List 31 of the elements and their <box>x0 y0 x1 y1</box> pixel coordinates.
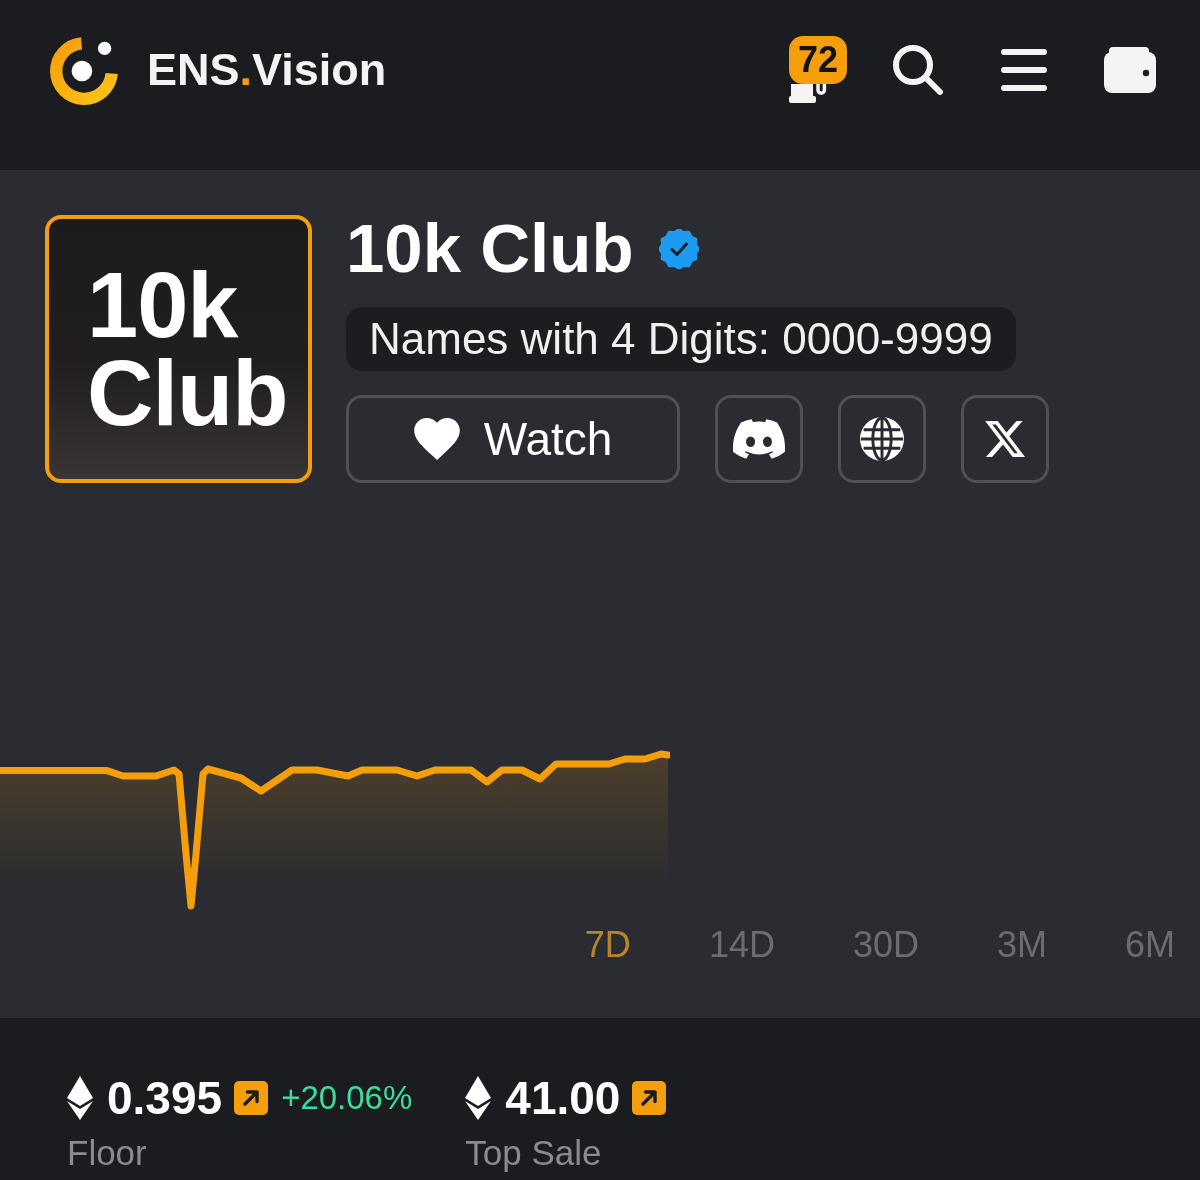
collection-logo-text: 10k Club <box>87 261 289 437</box>
x-logo-icon <box>985 421 1025 457</box>
logo-icon[interactable] <box>50 35 118 105</box>
stat-value: 41.00 <box>505 1073 621 1123</box>
collection-title: 10k Club <box>346 211 634 287</box>
period-tab[interactable]: 7D <box>584 924 631 966</box>
stat-label: Top Sale <box>465 1133 602 1173</box>
collection-description: Names with 4 Digits: 0000-9999 <box>346 307 1016 371</box>
search-icon[interactable] <box>892 44 944 96</box>
wallet-icon[interactable] <box>1104 47 1156 93</box>
discord-icon <box>733 419 785 459</box>
period-tab[interactable]: 30D <box>852 924 919 966</box>
watch-button[interactable]: Watch <box>346 395 680 483</box>
arrow-link-icon[interactable] <box>632 1081 667 1115</box>
globe-icon <box>860 417 904 461</box>
ethereum-icon <box>67 1076 93 1120</box>
discord-button[interactable] <box>715 395 803 483</box>
period-tab[interactable]: 3M <box>996 924 1047 966</box>
website-button[interactable] <box>838 395 926 483</box>
period-tab[interactable]: 14D <box>708 924 775 966</box>
stat-change: +20.06% <box>281 1078 413 1118</box>
gas-price-badge: 72 <box>789 36 847 84</box>
brand-name[interactable]: ENS.Vision <box>147 44 387 96</box>
menu-icon[interactable] <box>1001 49 1047 91</box>
stat-value: 0.395 <box>107 1073 223 1123</box>
arrow-link-icon[interactable] <box>234 1081 269 1115</box>
heart-icon <box>413 418 460 460</box>
stat-label: Floor <box>67 1133 147 1173</box>
x-button[interactable] <box>961 395 1049 483</box>
period-tab[interactable]: 6M <box>1125 924 1175 966</box>
ethereum-icon <box>465 1076 492 1120</box>
